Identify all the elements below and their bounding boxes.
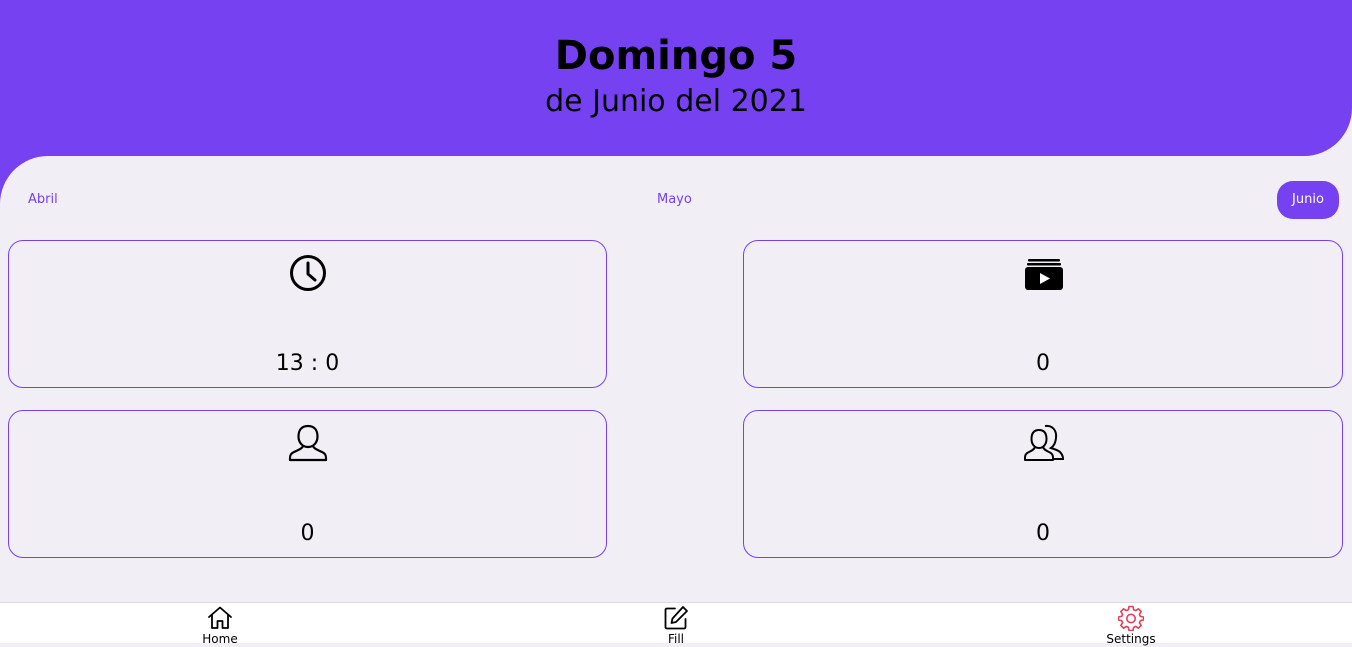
users-icon: [1024, 423, 1065, 463]
month-tab-mayo[interactable]: Mayo: [657, 181, 692, 219]
bottom-nav: Home Fill Settings: [0, 602, 1352, 646]
stat-value: 13 : 0: [275, 351, 340, 376]
month-tab-abril[interactable]: Abril: [28, 181, 58, 219]
nav-home[interactable]: Home: [160, 603, 280, 646]
video-folder-icon: [1024, 253, 1064, 293]
gear-icon: [1118, 605, 1144, 631]
nav-fill[interactable]: Fill: [616, 603, 736, 646]
edit-icon: [664, 606, 688, 630]
stat-value: 0: [300, 521, 315, 546]
stat-card-users[interactable]: 0: [743, 410, 1343, 558]
page-subtitle: de Junio del 2021: [545, 84, 807, 119]
nav-home-label: Home: [202, 632, 238, 646]
nav-settings-label: Settings: [1106, 632, 1156, 646]
stat-card-videos[interactable]: 0: [743, 240, 1343, 388]
user-icon: [288, 423, 328, 463]
clock-icon: [288, 253, 328, 293]
stat-card-user[interactable]: 0: [8, 410, 607, 558]
home-icon: [208, 606, 232, 629]
nav-settings[interactable]: Settings: [1071, 603, 1191, 646]
page-title: Domingo 5: [554, 33, 798, 79]
stat-value: 0: [1036, 351, 1050, 376]
month-tab-junio[interactable]: Junio: [1277, 181, 1339, 219]
stat-card-time[interactable]: 13 : 0: [8, 240, 607, 388]
stat-value: 0: [1036, 521, 1050, 546]
nav-fill-label: Fill: [667, 632, 685, 646]
